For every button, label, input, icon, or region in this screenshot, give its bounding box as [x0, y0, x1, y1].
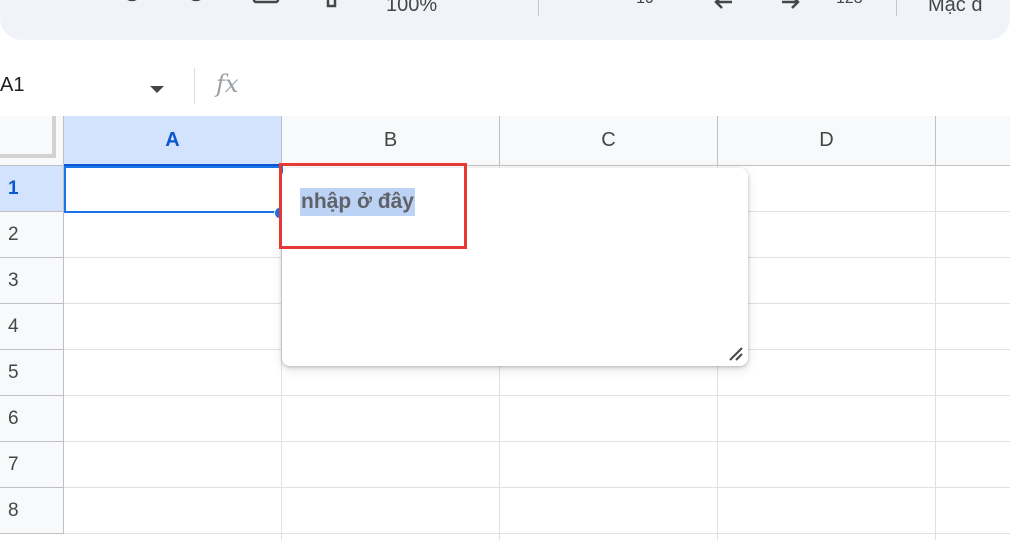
name-box[interactable]: A1: [0, 70, 180, 102]
zoom-select[interactable]: 100%: [386, 0, 437, 17]
resize-grip-icon[interactable]: [726, 344, 744, 362]
row-header-5[interactable]: 5: [0, 350, 64, 396]
formula-bar: A1 fx: [0, 62, 1010, 110]
print-icon[interactable]: [252, 0, 280, 12]
chevron-down-icon[interactable]: [150, 86, 164, 93]
row-header-3[interactable]: 3: [0, 258, 64, 304]
arrow-left-icon[interactable]: [712, 0, 736, 12]
font-family-select[interactable]: Mặc đ: [928, 0, 982, 17]
divider: [194, 68, 195, 104]
column-header-c[interactable]: C: [500, 116, 718, 166]
row-header-1[interactable]: 1: [0, 166, 64, 212]
column-header-a[interactable]: A: [64, 116, 282, 166]
column-header-e[interactable]: [936, 116, 1010, 166]
toolbar: 100% 10 123 Mặc đ: [0, 0, 1010, 40]
row-header-8[interactable]: 8: [0, 488, 64, 534]
row-header-2[interactable]: 2: [0, 212, 64, 258]
arrow-right-icon[interactable]: [778, 0, 802, 12]
undo-icon[interactable]: [120, 0, 144, 12]
decrease-decimal-icon[interactable]: [570, 0, 594, 12]
font-size-value[interactable]: 10: [636, 0, 654, 8]
number-format-button[interactable]: 123: [836, 0, 863, 8]
select-all-corner[interactable]: [0, 116, 64, 166]
cell-reference: A1: [0, 74, 25, 96]
active-cell-a1[interactable]: [64, 166, 283, 213]
toolbar-divider: [896, 0, 897, 16]
toolbar-divider: [538, 0, 539, 16]
row-header-7[interactable]: 7: [0, 442, 64, 488]
row-header-4[interactable]: 4: [0, 304, 64, 350]
column-header-d[interactable]: D: [718, 116, 936, 166]
row-header-6[interactable]: 6: [0, 396, 64, 442]
fx-icon: fx: [216, 70, 239, 98]
column-header-b[interactable]: B: [282, 116, 500, 166]
redo-icon[interactable]: [184, 0, 208, 12]
back-icon[interactable]: [58, 0, 82, 12]
paint-format-icon[interactable]: [324, 0, 348, 12]
spreadsheet-app: 100% 10 123 Mặc đ A1 fx A B C D 1 2: [0, 0, 1010, 540]
highlight-box: [279, 163, 467, 249]
